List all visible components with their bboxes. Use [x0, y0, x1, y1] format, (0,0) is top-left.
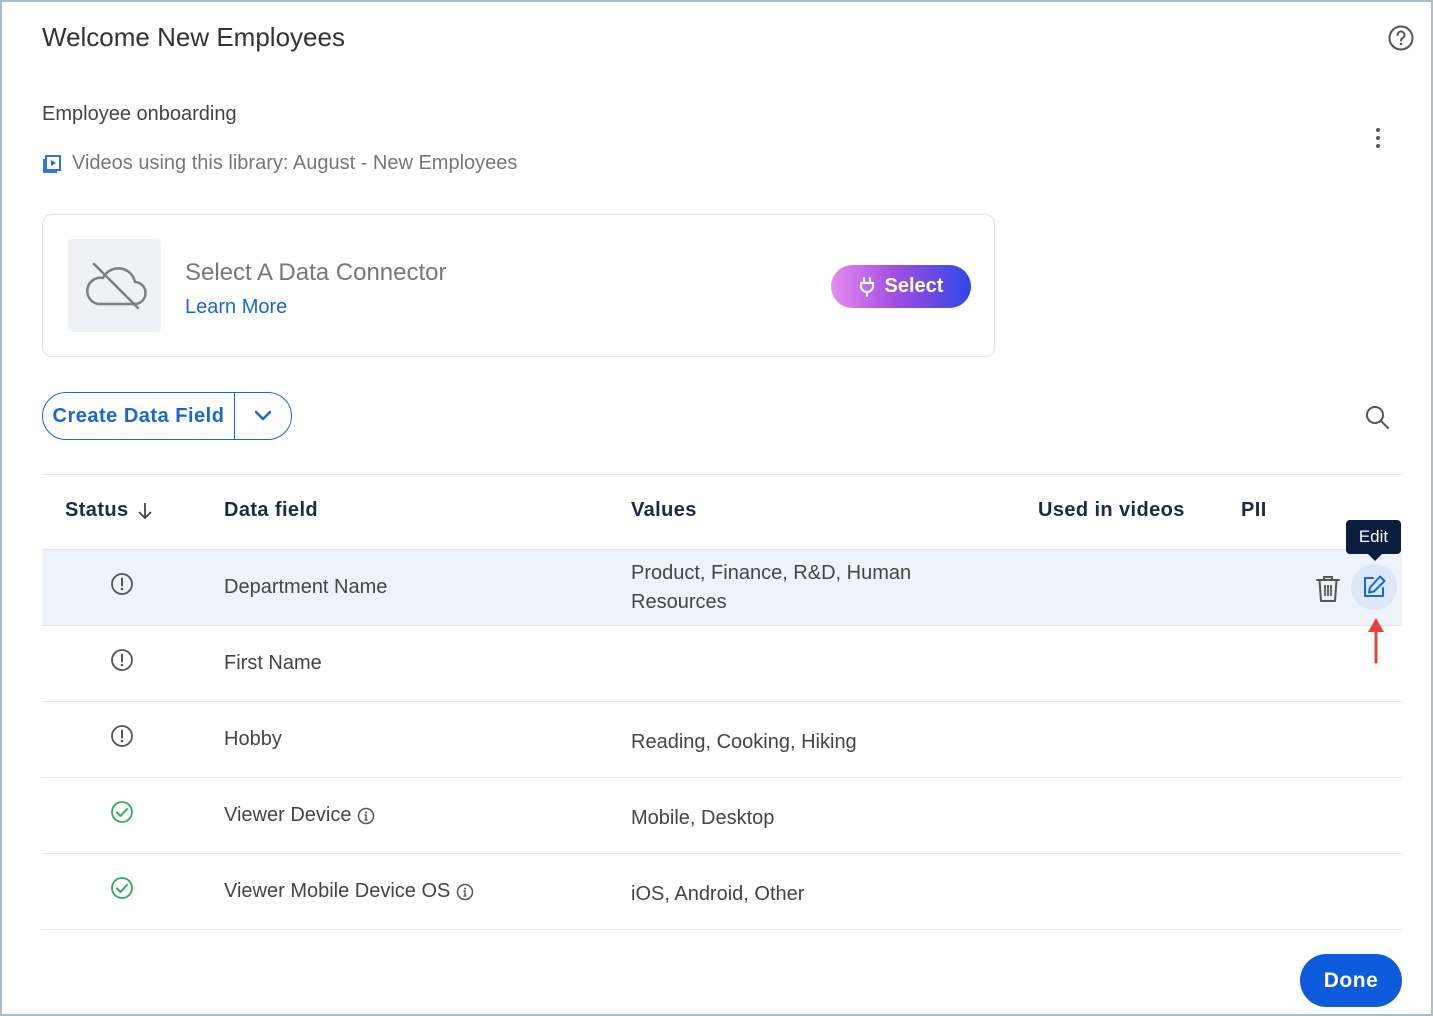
table-header: Status Data field Values Used in videos … [42, 474, 1402, 550]
data-field-values: iOS, Android, Other [631, 883, 805, 905]
table-row[interactable]: Viewer Device Mobile, Desktop [42, 778, 1402, 854]
plug-icon [859, 276, 874, 297]
cloud-off-icon-box [68, 239, 161, 332]
sort-down-arrow-icon [137, 502, 152, 519]
info-icon[interactable] [357, 807, 375, 825]
pii-column-header[interactable]: PII [1241, 499, 1267, 522]
select-connector-label: Select [884, 275, 944, 297]
status-header-label: Status [65, 499, 129, 521]
cloud-off-icon [85, 262, 147, 309]
info-icon[interactable] [456, 883, 474, 901]
data-field-name: First Name [224, 652, 322, 674]
table-row[interactable]: Hobby Reading, Cooking, Hiking [42, 702, 1402, 778]
search-icon[interactable] [1364, 404, 1390, 430]
data-field-column-header[interactable]: Data field [224, 499, 318, 522]
done-button[interactable]: Done [1300, 954, 1402, 1007]
select-connector-button[interactable]: Select [831, 265, 971, 308]
dialog-title: Welcome New Employees [42, 22, 345, 52]
data-field-name: Viewer Device [224, 804, 352, 826]
data-field-values: Reading, Cooking, Hiking [631, 731, 857, 753]
table-row[interactable]: First Name [42, 626, 1402, 702]
check-status-icon [111, 801, 133, 823]
data-field-name: Hobby [224, 728, 282, 750]
data-field-name: Viewer Mobile Device OS [224, 880, 451, 902]
videos-using-library-text: Videos using this library: August - New … [72, 152, 518, 174]
data-fields-table: Status Data field Values Used in videos … [42, 474, 1402, 930]
library-subtitle: Employee onboarding [42, 103, 237, 125]
data-connector-card: Select A Data Connector Learn More Selec… [42, 214, 995, 357]
edit-tooltip: Edit [1346, 520, 1401, 561]
data-field-name-cell: Viewer Device [224, 804, 375, 827]
trash-icon[interactable] [1314, 574, 1342, 604]
dialog: Welcome New Employees Employee onboardin… [0, 0, 1433, 1016]
video-icon [43, 154, 61, 173]
data-field-values: Mobile, Desktop [631, 807, 775, 829]
create-dropdown-toggle[interactable] [235, 393, 291, 439]
data-field-name-cell: Viewer Mobile Device OS [224, 880, 474, 903]
used-in-videos-column-header[interactable]: Used in videos [1038, 499, 1185, 522]
values-column-header[interactable]: Values [631, 499, 697, 522]
warning-status-icon [111, 573, 133, 595]
learn-more-link[interactable]: Learn More [185, 296, 287, 319]
edit-button[interactable] [1351, 564, 1397, 610]
status-column-header[interactable]: Status [65, 499, 153, 522]
warning-status-icon [111, 725, 133, 747]
data-field-name: Department Name [224, 576, 388, 598]
annotation-arrow-icon [1368, 618, 1384, 664]
table-row[interactable]: Viewer Mobile Device OS iOS, Android, Ot… [42, 854, 1402, 930]
edit-pencil-icon [1364, 575, 1386, 597]
more-options-icon[interactable] [1368, 126, 1388, 150]
warning-status-icon [111, 649, 133, 671]
videos-using-library: Videos using this library: August - New … [42, 152, 517, 175]
connector-title: Select A Data Connector [185, 259, 447, 286]
check-status-icon [111, 877, 133, 899]
table-row[interactable]: Department Name Product, Finance, R&D, H… [42, 550, 1402, 626]
create-data-field-split-button: Create Data Field [42, 392, 292, 440]
create-data-field-button[interactable]: Create Data Field [43, 393, 235, 439]
data-field-values: Product, Finance, R&D, Human Resources [631, 562, 912, 613]
help-icon[interactable] [1387, 24, 1415, 52]
chevron-down-icon [254, 410, 272, 421]
